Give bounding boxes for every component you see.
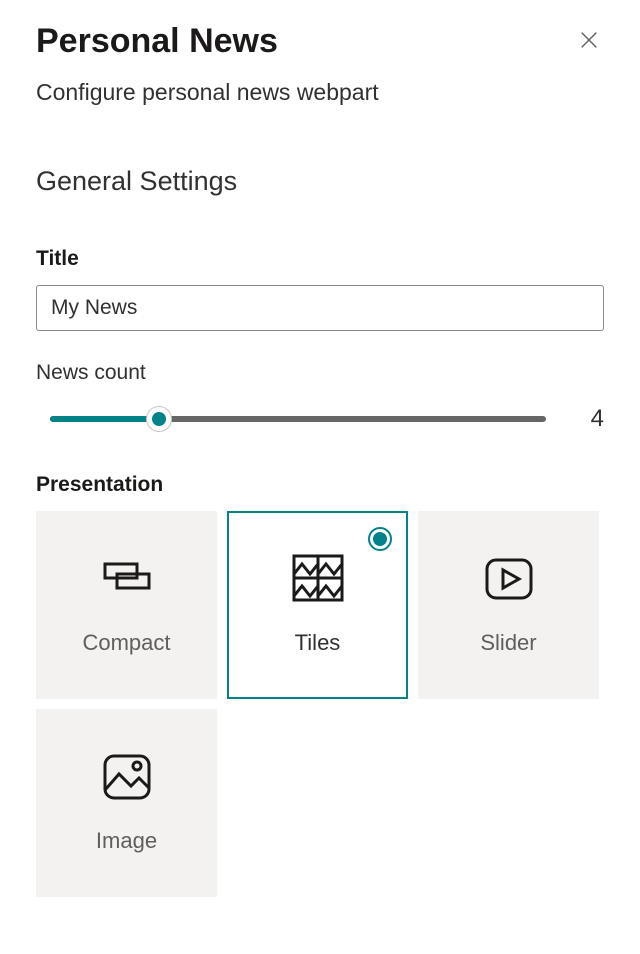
presentation-group: Presentation Compact bbox=[36, 473, 604, 897]
presentation-option-compact[interactable]: Compact bbox=[36, 511, 217, 699]
radio-indicator bbox=[368, 527, 392, 551]
tiles-icon bbox=[290, 554, 346, 604]
news-count-value: 4 bbox=[584, 405, 604, 433]
news-count-label: News count bbox=[36, 361, 604, 385]
news-count-slider-row: 4 bbox=[36, 405, 604, 433]
news-count-group: News count 4 bbox=[36, 361, 604, 433]
slider-fill bbox=[50, 416, 159, 422]
image-icon bbox=[99, 752, 155, 802]
news-count-slider[interactable] bbox=[50, 407, 546, 431]
slider-icon bbox=[481, 554, 537, 604]
presentation-option-slider[interactable]: Slider bbox=[418, 511, 599, 699]
property-pane: Personal News Configure personal news we… bbox=[0, 0, 640, 919]
presentation-choice-grid: Compact Tiles bbox=[36, 511, 604, 897]
close-icon bbox=[578, 29, 600, 51]
presentation-option-tiles[interactable]: Tiles bbox=[227, 511, 408, 699]
panel-title: Personal News bbox=[36, 22, 278, 61]
close-button[interactable] bbox=[574, 25, 604, 58]
presentation-label: Presentation bbox=[36, 473, 604, 497]
compact-icon bbox=[99, 554, 155, 604]
panel-header: Personal News bbox=[36, 22, 604, 61]
slider-thumb[interactable] bbox=[147, 407, 171, 431]
section-heading: General Settings bbox=[36, 166, 604, 197]
title-input[interactable] bbox=[36, 285, 604, 331]
presentation-option-label: Slider bbox=[480, 630, 536, 656]
presentation-option-label: Image bbox=[96, 828, 157, 854]
presentation-option-label: Tiles bbox=[295, 630, 341, 656]
panel-subtitle: Configure personal news webpart bbox=[36, 79, 604, 106]
presentation-option-image[interactable]: Image bbox=[36, 709, 217, 897]
title-label: Title bbox=[36, 247, 604, 271]
presentation-option-label: Compact bbox=[82, 630, 170, 656]
